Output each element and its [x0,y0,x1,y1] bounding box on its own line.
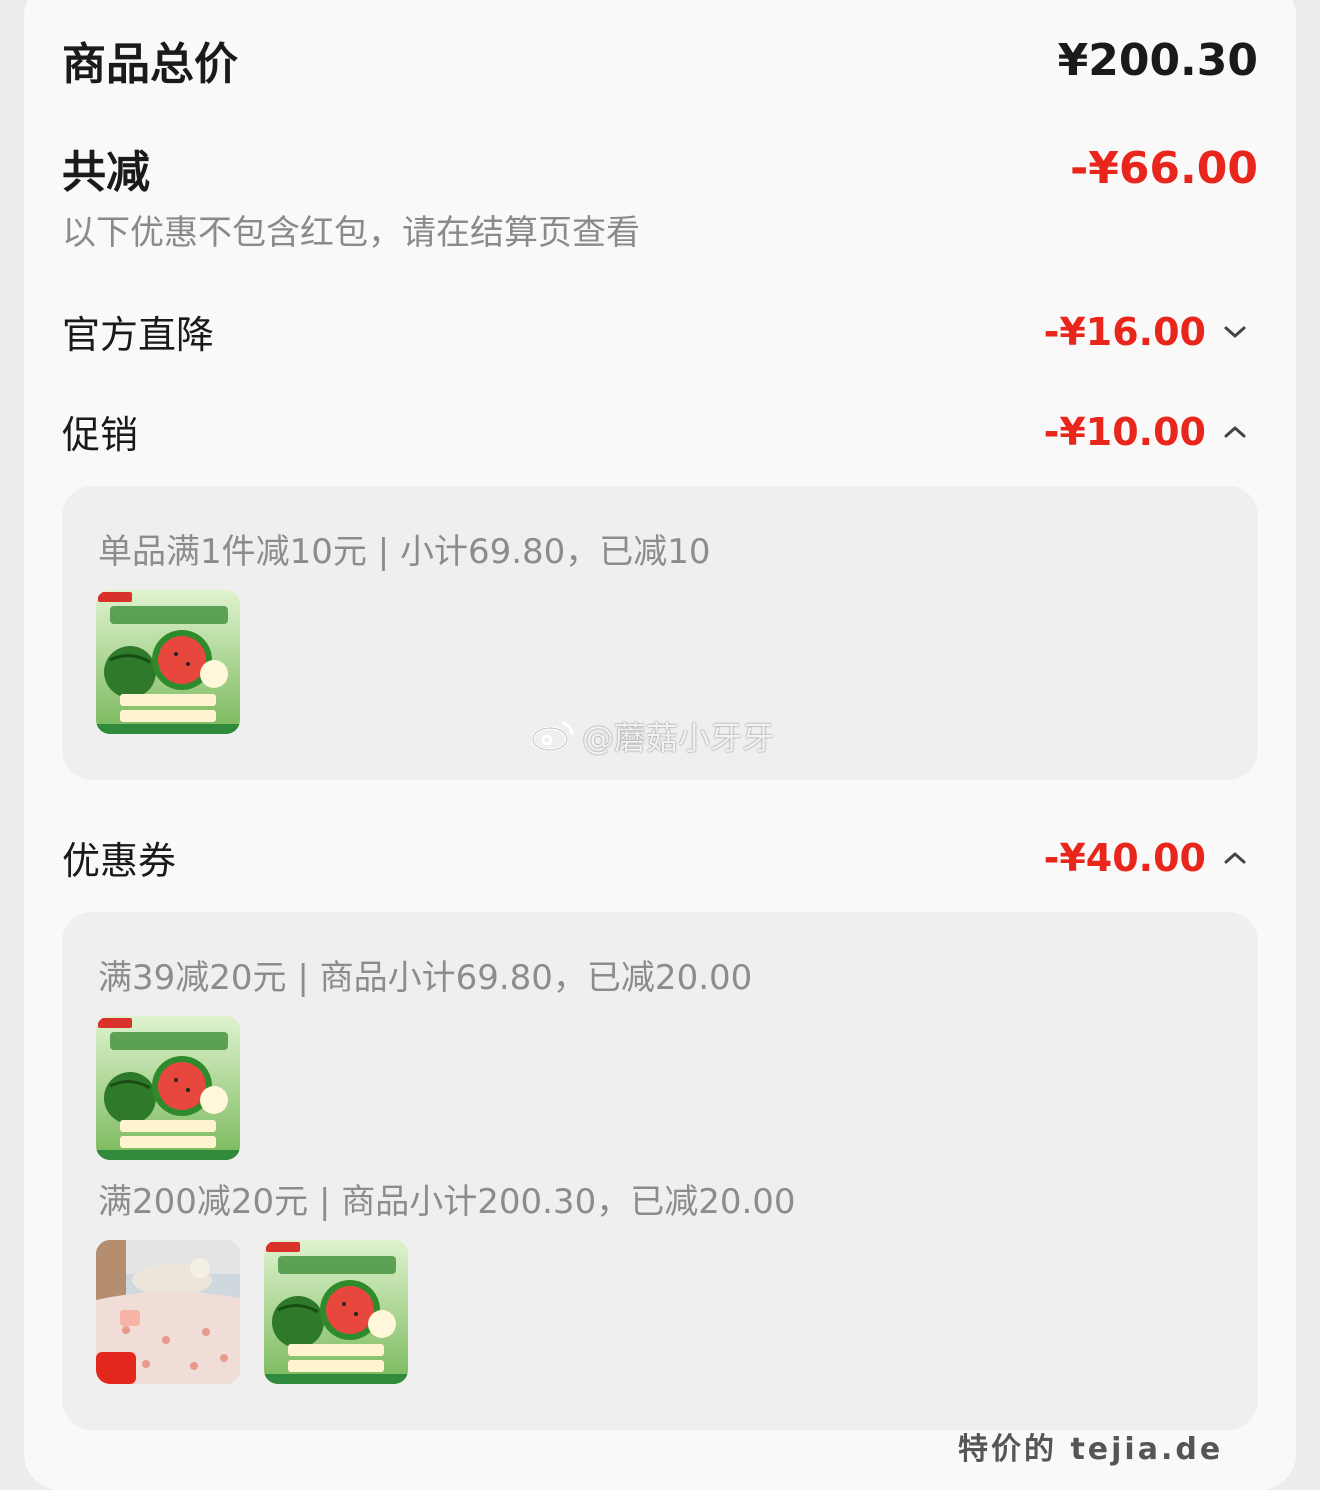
chevron-down-icon[interactable] [1220,317,1250,347]
product-thumbnail-watermelon[interactable] [96,590,240,734]
chevron-up-icon[interactable] [1220,417,1250,447]
watermark-text: @蘑菇小牙牙 [582,719,775,757]
total-row: 商品总价 ¥200.30 [62,28,1258,92]
official-discount-label: 官方直降 [62,313,215,357]
total-label: 商品总价 [62,39,238,90]
weibo-watermark: @蘑菇小牙牙 [530,713,774,759]
discount-value: -¥66.00 [1069,142,1258,194]
product-thumbnail-watermelon[interactable] [264,1240,408,1384]
weibo-icon [531,721,574,752]
coupon-row[interactable]: 优惠券 -¥40.00 [62,830,1250,885]
coupon-rule-text-2: 满200减20元 | 商品小计200.30，已减20.00 [98,1182,796,1222]
coupon-detail-panel: 满39减20元 | 商品小计69.80，已减20.00 满200减20元 | 商… [62,912,1258,1430]
promo-label: 促销 [62,413,139,457]
official-discount-amount: -¥16.00 [1044,310,1250,354]
official-discount-value: -¥16.00 [1043,309,1206,354]
promo-value: -¥10.00 [1043,409,1206,454]
product-thumbnail-watermelon[interactable] [96,1016,240,1160]
coupon-value: -¥40.00 [1043,835,1206,880]
promo-rule-text: 单品满1件减10元 | 小计69.80，已减10 [98,532,711,572]
promo-amount: -¥10.00 [1044,410,1250,454]
coupon-rule-text-1: 满39减20元 | 商品小计69.80，已减20.00 [98,958,753,998]
promo-row[interactable]: 促销 -¥10.00 [62,404,1250,459]
coupon-label: 优惠券 [62,839,177,883]
product-thumbnail-blanket[interactable] [96,1240,240,1384]
discount-row: 共减 -¥66.00 [62,136,1258,200]
discount-note: 以下优惠不包含红包，请在结算页查看 [62,213,640,253]
discount-label: 共减 [62,147,150,198]
total-value: ¥200.30 [1057,34,1258,86]
site-watermark: 特价的 tejia.de [958,1432,1224,1467]
official-discount-row[interactable]: 官方直降 -¥16.00 [62,304,1250,359]
chevron-up-icon[interactable] [1220,843,1250,873]
coupon-amount: -¥40.00 [1044,836,1250,880]
